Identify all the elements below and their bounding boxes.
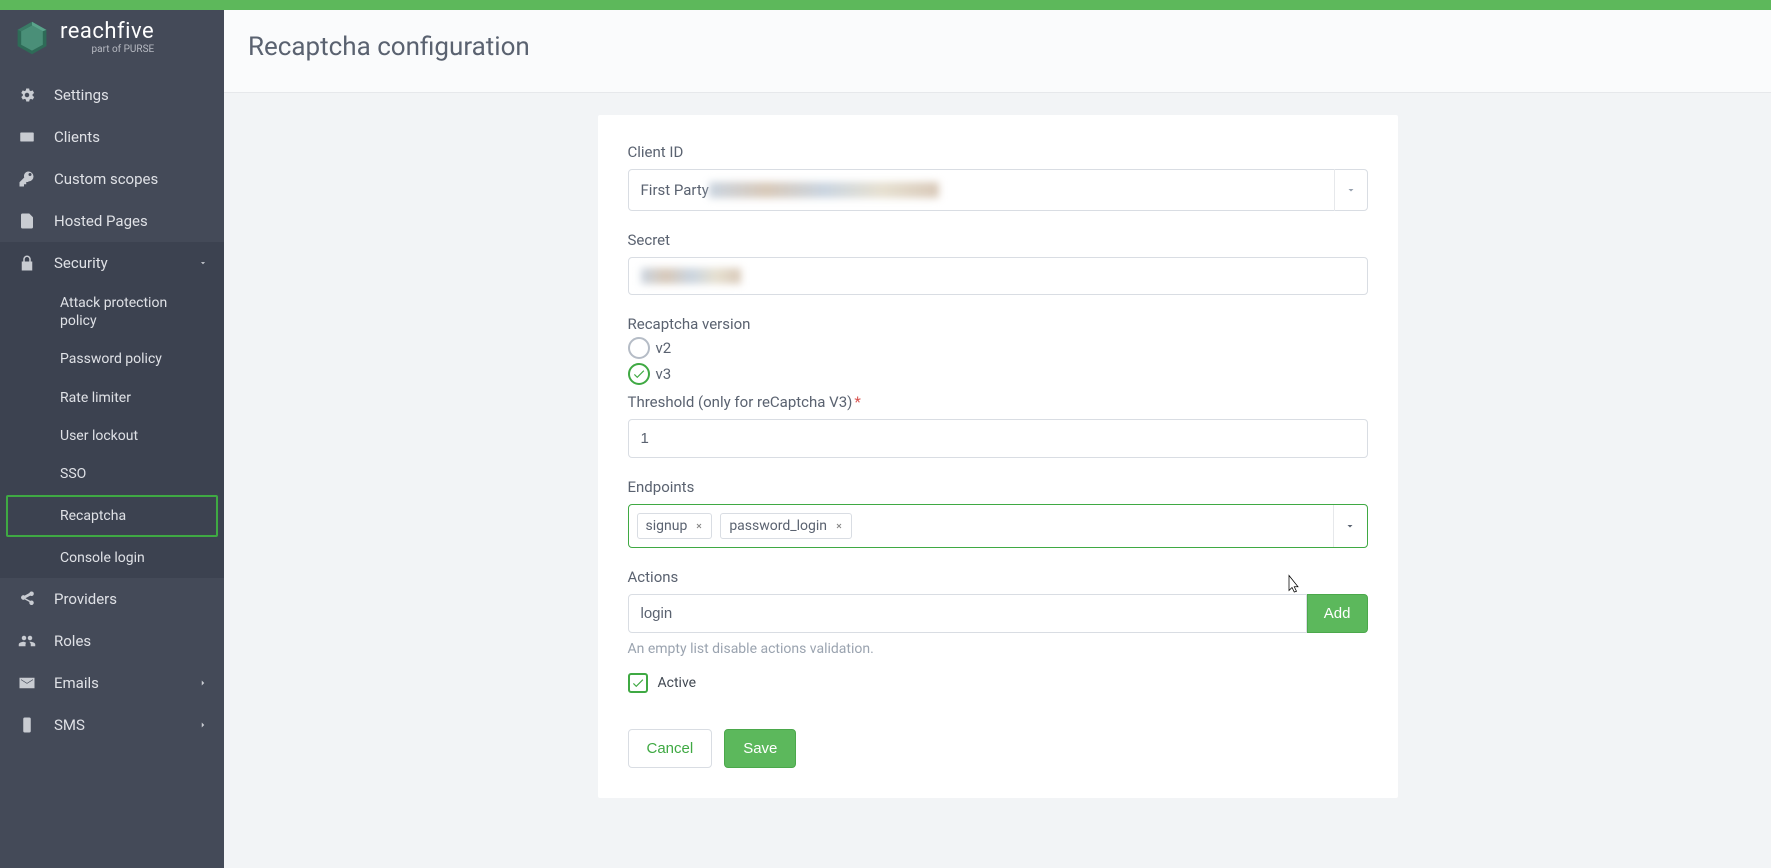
sidebar-item-roles[interactable]: Roles	[0, 620, 224, 662]
radio-v2[interactable]: v2	[628, 337, 1368, 359]
threshold-input[interactable]	[628, 419, 1368, 458]
secret-input[interactable]	[628, 257, 1368, 295]
chevron-right-icon	[198, 720, 208, 730]
sidebar-item-hosted-pages[interactable]: Hosted Pages	[0, 200, 224, 242]
brand-subtitle: part of PURSE	[60, 45, 154, 55]
version-label: Recaptcha version	[628, 315, 1368, 333]
sidebar-item-providers[interactable]: Providers	[0, 578, 224, 620]
cancel-button[interactable]: Cancel	[628, 729, 713, 768]
sidebar-item-label: SMS	[54, 716, 85, 734]
client-id-label: Client ID	[628, 143, 1368, 161]
secret-label: Secret	[628, 231, 1368, 249]
close-icon[interactable]	[695, 522, 703, 530]
share-icon	[18, 590, 36, 608]
close-icon[interactable]	[835, 522, 843, 530]
sidebar-item-security[interactable]: Security	[0, 242, 224, 284]
sidebar-sub-attack-protection[interactable]: Attack protection policy	[0, 284, 224, 340]
client-id-prefix: First Party	[641, 181, 709, 199]
gear-icon	[18, 86, 36, 104]
tag-password-login[interactable]: password_login	[720, 513, 852, 539]
chevron-down-icon	[1334, 169, 1368, 211]
sidebar-security-section: Security Attack protection policy Passwo…	[0, 242, 224, 578]
sidebar-item-custom-scopes[interactable]: Custom scopes	[0, 158, 224, 200]
sidebar-sub-sso[interactable]: SSO	[0, 455, 224, 493]
page-title: Recaptcha configuration	[248, 32, 1747, 62]
page-header: Recaptcha configuration	[224, 10, 1771, 93]
card-icon	[18, 128, 36, 146]
check-icon	[632, 367, 646, 381]
brand: reachfive part of PURSE	[0, 10, 224, 74]
chevron-right-icon	[198, 678, 208, 688]
check-icon	[631, 676, 645, 690]
sidebar-item-label: Settings	[54, 86, 109, 104]
save-button[interactable]: Save	[724, 729, 796, 768]
sidebar-item-label: Roles	[54, 632, 91, 650]
sidebar-item-label: Hosted Pages	[54, 212, 148, 230]
redacted-client-id	[709, 182, 939, 198]
sidebar-sub-console-login[interactable]: Console login	[0, 539, 224, 577]
sidebar-item-label: Security	[54, 254, 108, 272]
main: Recaptcha configuration Client ID First …	[224, 10, 1771, 868]
sidebar-item-label: Custom scopes	[54, 170, 158, 188]
sidebar: reachfive part of PURSE Settings Clients…	[0, 10, 224, 868]
add-button[interactable]: Add	[1307, 594, 1368, 633]
sidebar-item-label: Clients	[54, 128, 100, 146]
sidebar-item-label: Providers	[54, 590, 117, 608]
key-icon	[18, 170, 36, 188]
users-icon	[18, 632, 36, 650]
endpoints-label: Endpoints	[628, 478, 1368, 496]
pages-icon	[18, 212, 36, 230]
sidebar-item-clients[interactable]: Clients	[0, 116, 224, 158]
sidebar-item-settings[interactable]: Settings	[0, 74, 224, 116]
form-card: Client ID First Party Secret	[598, 115, 1398, 798]
sidebar-item-label: Emails	[54, 674, 99, 692]
redacted-secret	[641, 268, 741, 284]
sidebar-item-sms[interactable]: SMS	[0, 704, 224, 746]
sidebar-item-emails[interactable]: Emails	[0, 662, 224, 704]
phone-icon	[18, 716, 36, 734]
active-checkbox[interactable]: Active	[628, 673, 1368, 693]
active-label: Active	[658, 675, 697, 691]
actions-help: An empty list disable actions validation…	[628, 641, 1368, 657]
mail-icon	[18, 674, 36, 692]
sidebar-sub-password-policy[interactable]: Password policy	[0, 340, 224, 378]
sidebar-sub-rate-limiter[interactable]: Rate limiter	[0, 379, 224, 417]
brand-logo-icon	[14, 20, 50, 56]
sidebar-sub-recaptcha[interactable]: Recaptcha	[6, 495, 218, 537]
threshold-label: Threshold (only for reCaptcha V3)*	[628, 393, 1368, 411]
tag-signup[interactable]: signup	[637, 513, 713, 539]
radio-v3[interactable]: v3	[628, 363, 1368, 385]
lock-icon	[18, 254, 36, 272]
chevron-down-icon	[198, 258, 208, 268]
brand-name: reachfive	[60, 21, 154, 43]
client-id-select[interactable]: First Party	[628, 169, 1368, 211]
actions-label: Actions	[628, 568, 1368, 586]
chevron-down-icon	[1333, 505, 1367, 547]
sidebar-sub-user-lockout[interactable]: User lockout	[0, 417, 224, 455]
endpoints-multiselect[interactable]: signup password_login	[628, 504, 1368, 548]
top-accent-bar	[0, 0, 1771, 10]
action-input[interactable]	[628, 594, 1307, 633]
